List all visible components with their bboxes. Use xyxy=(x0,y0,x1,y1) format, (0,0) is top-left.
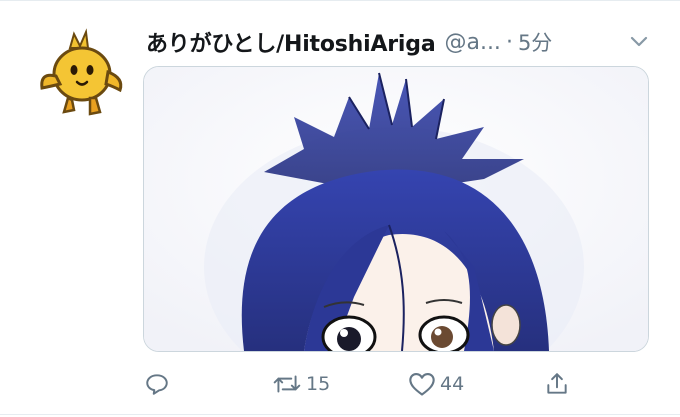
display-name[interactable]: ありがひとし/HitoshiAriga xyxy=(146,26,436,58)
separator-dot: · xyxy=(505,29,513,55)
retweet-count: 15 xyxy=(306,373,331,395)
more-options-button[interactable] xyxy=(628,30,650,52)
share-icon xyxy=(547,373,567,394)
tweet-header: ありがひとし/HitoshiAriga @a... · 5分 xyxy=(146,22,656,62)
illustration-image xyxy=(144,67,648,351)
share-button[interactable] xyxy=(544,364,570,404)
top-divider xyxy=(0,0,680,1)
bottom-divider xyxy=(0,414,680,415)
user-handle[interactable]: @a... xyxy=(444,30,500,55)
like-button[interactable]: 44 xyxy=(408,364,464,404)
reply-icon xyxy=(146,374,168,395)
tweet-media[interactable] xyxy=(143,66,649,352)
chick-mascot-icon xyxy=(30,26,130,126)
retweet-button[interactable]: 15 xyxy=(272,364,330,404)
reply-button[interactable] xyxy=(144,364,170,404)
chevron-down-icon xyxy=(630,36,648,47)
heart-icon xyxy=(409,373,435,396)
timestamp[interactable]: 5分 xyxy=(518,27,552,57)
tweet-actions: 15 44 xyxy=(140,364,580,404)
retweet-icon xyxy=(273,375,301,393)
avatar[interactable] xyxy=(30,26,130,126)
like-count: 44 xyxy=(440,373,465,395)
